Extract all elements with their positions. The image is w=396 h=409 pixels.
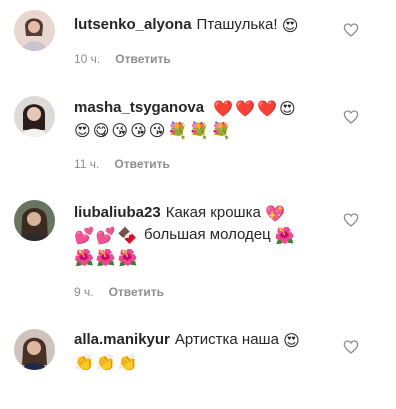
bouquet-emoji-icon: 💐 xyxy=(211,121,232,140)
avatar[interactable] xyxy=(14,10,55,51)
username-link[interactable]: masha_tsyganova xyxy=(74,99,204,116)
avatar[interactable] xyxy=(14,96,55,137)
comment-meta: 11 ч. Ответить xyxy=(74,157,170,171)
comment-text: большая молодец xyxy=(143,226,271,243)
heart-outline-icon[interactable] xyxy=(343,22,359,38)
comment-timestamp: 10 ч. xyxy=(74,52,101,66)
comment-meta: 10 ч. Ответить xyxy=(74,52,171,66)
red-heart-emoji-icon: ❤️ xyxy=(235,99,256,118)
red-heart-emoji-icon: ❤️ xyxy=(213,99,234,118)
comments-list: lutsenko_alyona Пташулька! 😍 10 ч. Ответит… xyxy=(0,0,396,409)
hibiscus-emoji-icon: 🌺 xyxy=(95,248,116,267)
reply-button[interactable]: Ответить xyxy=(115,52,170,66)
bouquet-emoji-icon: 💐 xyxy=(189,121,210,140)
two-hearts-emoji-icon: 💕 xyxy=(74,226,94,245)
hibiscus-emoji-icon: 🌺 xyxy=(274,226,295,245)
heart-outline-icon[interactable] xyxy=(343,339,359,355)
heart-eyes-emoji-icon: 😍 xyxy=(281,16,299,35)
kiss-emoji-icon: 😘 xyxy=(148,121,166,140)
bouquet-emoji-icon: 💐 xyxy=(167,121,188,140)
kiss-emoji-icon: 😘 xyxy=(111,121,129,140)
hibiscus-emoji-icon: 🌺 xyxy=(74,248,94,267)
reply-button[interactable]: Ответить xyxy=(114,157,169,171)
comment-timestamp: 11 ч. xyxy=(74,157,100,171)
red-heart-emoji-icon: ❤️ xyxy=(257,99,278,118)
heart-eyes-emoji-icon: 😍 xyxy=(279,99,296,118)
clapping-hands-emoji-icon: 👏 xyxy=(74,353,94,372)
comment-body: lutsenko_alyona Пташулька! 😍 xyxy=(74,14,336,36)
username-link[interactable]: lutsenko_alyona xyxy=(74,16,192,33)
heart-outline-icon[interactable] xyxy=(343,109,359,125)
comment-body: liubaliuba23 Какая крошка 💖 💕 💕 🍫 большая м… xyxy=(74,202,336,268)
username-link[interactable]: liubaliuba23 xyxy=(74,204,161,221)
avatar[interactable] xyxy=(14,200,55,241)
hibiscus-emoji-icon: 🌺 xyxy=(117,248,138,267)
sparkling-heart-emoji-icon: 💖 xyxy=(265,204,285,223)
avatar[interactable] xyxy=(14,329,55,370)
heart-eyes-emoji-icon: 😍 xyxy=(74,121,91,140)
clapping-hands-emoji-icon: 👏 xyxy=(95,353,116,372)
two-hearts-emoji-icon: 💕 xyxy=(95,226,116,245)
kiss-emoji-icon: 😘 xyxy=(130,121,147,140)
comment-timestamp: 9 ч. xyxy=(74,285,94,299)
username-link[interactable]: alla.manikyur xyxy=(74,331,170,348)
yum-emoji-icon: 😋 xyxy=(92,121,110,140)
comment-body: masha_tsyganova ❤️ ❤️ ❤️ 😍 😍 😋 😘 😘 😘 💐 💐 💐 xyxy=(74,97,336,141)
comment-body: alla.manikyur Артистка наша 😍 👏 👏 👏 xyxy=(74,329,336,373)
clapping-hands-emoji-icon: 👏 xyxy=(117,353,138,372)
comment-text: Какая крошка xyxy=(165,204,261,221)
comment-text: Пташулька! xyxy=(196,16,278,33)
comment-text: Артистка наша xyxy=(174,331,279,348)
comment-meta: 9 ч. Ответить xyxy=(74,285,164,299)
heart-outline-icon[interactable] xyxy=(343,212,359,228)
heart-eyes-emoji-icon: 😍 xyxy=(283,331,300,350)
chocolate-emoji-icon: 🍫 xyxy=(117,226,138,245)
reply-button[interactable]: Ответить xyxy=(109,285,164,299)
